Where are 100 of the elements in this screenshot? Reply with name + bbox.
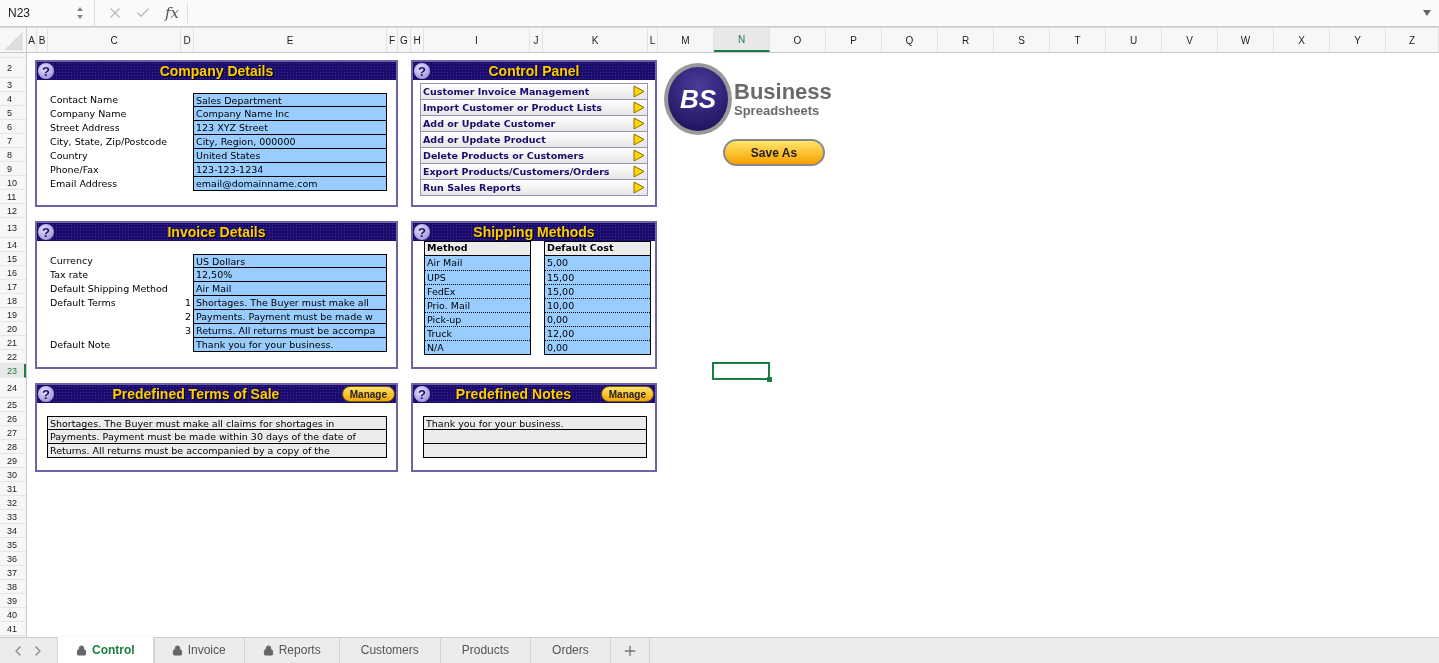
sheet-tab[interactable]: Customers — [339, 637, 441, 663]
row-header[interactable]: 5 — [0, 106, 26, 120]
row-header[interactable]: 15 — [0, 252, 26, 266]
table-cell[interactable]: 15,00 — [545, 270, 650, 284]
column-header[interactable]: J — [530, 28, 543, 52]
row-header[interactable]: 7 — [0, 134, 26, 148]
table-cell[interactable]: 10,00 — [545, 298, 650, 312]
help-icon[interactable]: ? — [414, 386, 430, 402]
row-header[interactable]: 6 — [0, 120, 26, 134]
sheet-tab[interactable]: Products — [440, 637, 532, 663]
row-header[interactable]: 41 — [0, 622, 26, 636]
save-as-button[interactable]: Save As — [723, 139, 825, 166]
value-cell[interactable]: Returns. All returns must be accompa — [193, 324, 387, 338]
row-header[interactable]: 21 — [0, 336, 26, 350]
row-header[interactable]: 16 — [0, 266, 26, 280]
column-header[interactable]: Q — [882, 28, 938, 52]
manage-button[interactable]: Manage — [600, 386, 654, 402]
column-header[interactable]: I — [424, 28, 530, 52]
column-header[interactable]: F — [387, 28, 398, 52]
row-header[interactable]: 13 — [0, 218, 26, 238]
table-cell[interactable]: 0,00 — [545, 340, 650, 354]
table-cell[interactable]: 0,00 — [545, 312, 650, 326]
column-header[interactable]: D — [181, 28, 194, 52]
name-box[interactable]: N23 — [0, 6, 76, 20]
value-cell[interactable]: email@domainname.com — [193, 177, 387, 191]
row-header[interactable]: 11 — [0, 190, 26, 204]
control-panel-button[interactable]: Run Sales Reports — [420, 179, 648, 196]
column-header[interactable]: U — [1106, 28, 1162, 52]
row-header[interactable]: 36 — [0, 552, 26, 566]
active-cell[interactable] — [712, 362, 770, 380]
table-cell[interactable]: FedEx — [425, 284, 530, 298]
function-button[interactable]: fx — [165, 4, 179, 22]
column-header[interactable]: A — [27, 28, 37, 52]
column-header[interactable]: Z — [1386, 28, 1439, 52]
table-cell[interactable]: Air Mail — [425, 256, 530, 270]
table-cell[interactable]: 12,00 — [545, 326, 650, 340]
row-header[interactable]: 14 — [0, 238, 26, 252]
note-row[interactable] — [423, 430, 647, 444]
column-header[interactable]: N — [714, 28, 770, 52]
dropdown-icon[interactable] — [1423, 10, 1431, 16]
table-cell[interactable]: N/A — [425, 340, 530, 354]
note-row[interactable]: Thank you for your business. — [423, 416, 647, 430]
column-header[interactable]: K — [543, 28, 648, 52]
row-header[interactable]: 31 — [0, 482, 26, 496]
row-header[interactable]: 9 — [0, 162, 26, 176]
term-row[interactable]: Returns. All returns must be accompanied by a copy of the — [47, 444, 387, 458]
row-header[interactable]: 26 — [0, 412, 26, 426]
value-cell[interactable]: 12,50% — [193, 268, 387, 282]
manage-button[interactable]: Manage — [341, 386, 395, 402]
table-cell[interactable]: Pick-up — [425, 312, 530, 326]
column-header[interactable]: Y — [1330, 28, 1386, 52]
row-header[interactable]: 19 — [0, 308, 26, 322]
term-row[interactable]: Payments. Payment must be made within 30 days of the date of — [47, 430, 387, 444]
row-header[interactable]: 23 — [0, 364, 26, 378]
row-header[interactable]: 40 — [0, 608, 26, 622]
sheet-tab[interactable]: Orders — [531, 637, 611, 663]
column-header[interactable]: G — [398, 28, 411, 52]
value-cell[interactable]: Thank you for your business. — [193, 338, 387, 352]
column-header[interactable]: V — [1162, 28, 1218, 52]
table-cell[interactable]: 15,00 — [545, 284, 650, 298]
row-header[interactable]: 35 — [0, 538, 26, 552]
column-header[interactable]: E — [194, 28, 387, 52]
value-cell[interactable]: 123-123-1234 — [193, 163, 387, 177]
column-header[interactable]: C — [48, 28, 181, 52]
column-header[interactable]: W — [1218, 28, 1274, 52]
row-header[interactable]: 25 — [0, 398, 26, 412]
sheet-tab[interactable]: Reports — [244, 637, 340, 663]
row-header[interactable]: 28 — [0, 440, 26, 454]
column-header[interactable]: B — [37, 28, 48, 52]
column-header[interactable]: T — [1050, 28, 1106, 52]
table-cell[interactable]: UPS — [425, 270, 530, 284]
column-header[interactable]: P — [826, 28, 882, 52]
row-header[interactable]: 17 — [0, 280, 26, 294]
column-header[interactable]: R — [938, 28, 994, 52]
row-header[interactable]: 3 — [0, 78, 26, 92]
help-icon[interactable]: ? — [414, 63, 430, 79]
row-header[interactable]: 39 — [0, 594, 26, 608]
term-row[interactable]: Shortages. The Buyer must make all claims for shortages in — [47, 416, 387, 430]
value-cell[interactable]: US Dollars — [193, 254, 387, 268]
row-header[interactable]: 2 — [0, 58, 26, 78]
row-header[interactable]: 24 — [0, 378, 26, 398]
help-icon[interactable]: ? — [414, 224, 430, 240]
row-header[interactable]: 34 — [0, 524, 26, 538]
table-cell[interactable]: 5,00 — [545, 256, 650, 270]
row-header[interactable]: 10 — [0, 176, 26, 190]
table-cell[interactable]: Prio. Mail — [425, 298, 530, 312]
row-header[interactable]: 18 — [0, 294, 26, 308]
value-cell[interactable]: Company Name Inc — [193, 107, 387, 121]
row-header[interactable]: 33 — [0, 510, 26, 524]
row-header[interactable]: 27 — [0, 426, 26, 440]
row-header[interactable]: 38 — [0, 580, 26, 594]
row-header[interactable]: 32 — [0, 496, 26, 510]
value-cell[interactable]: Sales Department — [193, 93, 387, 107]
row-header[interactable]: 29 — [0, 454, 26, 468]
value-cell[interactable]: Air Mail — [193, 282, 387, 296]
column-header[interactable]: X — [1274, 28, 1330, 52]
row-header[interactable]: 20 — [0, 322, 26, 336]
value-cell[interactable]: City, Region, 000000 — [193, 135, 387, 149]
table-cell[interactable]: Truck — [425, 326, 530, 340]
stepper-icon[interactable] — [76, 6, 84, 20]
